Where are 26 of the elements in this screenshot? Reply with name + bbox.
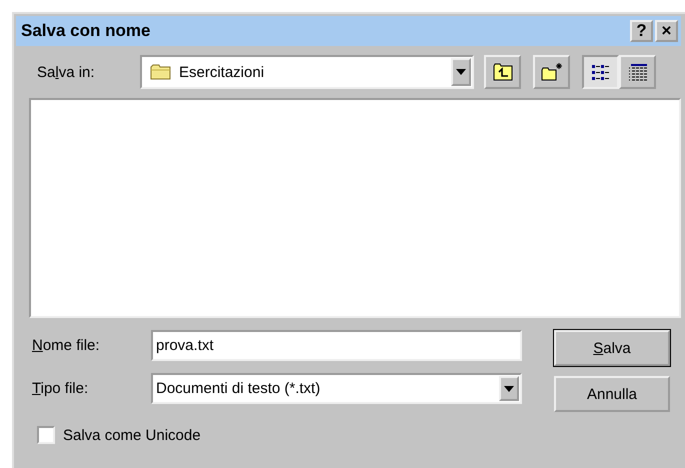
list-view-button[interactable]	[582, 55, 619, 89]
file-name-label: Nome file:	[32, 337, 101, 354]
new-folder-icon	[540, 62, 564, 82]
file-type-value: Documenti di testo (*.txt)	[155, 380, 322, 397]
folder-name: Esercitazioni	[178, 64, 266, 80]
file-name-field[interactable]: prova.txt	[151, 330, 522, 361]
details-view-icon	[626, 62, 648, 82]
help-button[interactable]: ?	[630, 20, 653, 42]
details-view-button[interactable]	[619, 55, 656, 89]
up-folder-button[interactable]	[484, 55, 521, 89]
file-type-label: Tipo file:	[32, 380, 90, 397]
list-view-icon	[590, 62, 612, 82]
checkbox[interactable]	[37, 426, 55, 444]
caret-icon	[456, 69, 466, 75]
folder-icon	[150, 63, 172, 81]
save-button[interactable]: Salva	[554, 330, 670, 366]
close-button[interactable]: ×	[655, 20, 678, 42]
file-type-dropdown[interactable]: Documenti di testo (*.txt)	[151, 373, 522, 404]
folder-dropdown[interactable]: Esercitazioni	[140, 55, 474, 89]
folder-up-icon	[492, 62, 514, 82]
new-folder-button[interactable]	[533, 55, 570, 89]
caret-icon	[504, 386, 514, 392]
window-title: Salva con nome	[21, 21, 150, 41]
cancel-button[interactable]: Annulla	[554, 376, 670, 412]
save-in-label: Salva in:	[36, 64, 96, 80]
checkbox-label: Salva come Unicode	[63, 426, 201, 444]
